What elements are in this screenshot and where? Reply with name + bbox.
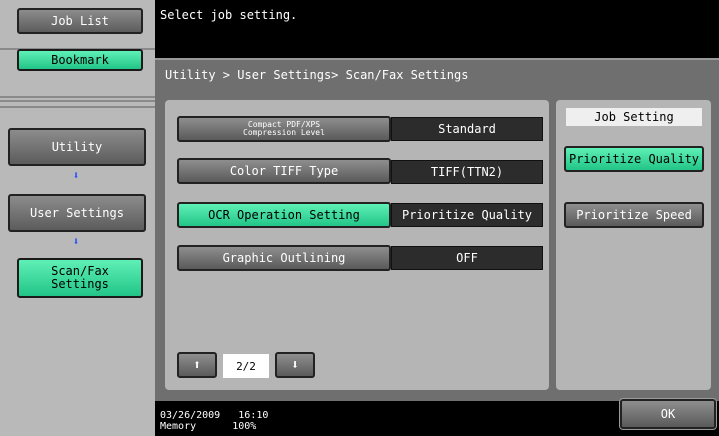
page-indicator: 2/2 xyxy=(223,354,269,378)
page-down-button[interactable]: ⬇ xyxy=(275,352,315,378)
status-footer: 03/26/2009 16:10 Memory 100% xyxy=(160,410,268,432)
color-tiff-type-value: TIFF(TTN2) xyxy=(391,160,543,184)
settings-list: Compact PDF/XPS Compression Level Standa… xyxy=(165,100,549,390)
sidebar-item-utility[interactable]: Utility xyxy=(8,128,146,166)
sidebar: Job List Bookmark Utility ⬇ User Setting… xyxy=(0,0,155,436)
memory-line: Memory 100% xyxy=(160,421,268,432)
breadcrumb: Utility > User Settings> Scan/Fax Settin… xyxy=(165,68,469,82)
graphic-outlining-value: OFF xyxy=(391,246,543,270)
arrow-down-icon: ⬇ xyxy=(72,235,80,248)
time-text: 16:10 xyxy=(238,410,269,421)
date-text: 03/26/2009 xyxy=(160,410,221,421)
color-tiff-type-button[interactable]: Color TIFF Type xyxy=(177,158,391,184)
arrow-down-icon: ⬇ xyxy=(72,169,80,182)
ocr-operation-setting-value: Prioritize Quality xyxy=(391,203,543,227)
bookmark-button[interactable]: Bookmark xyxy=(17,49,143,71)
sidebar-item-scan-fax-settings[interactable]: Scan/Fax Settings xyxy=(17,258,143,298)
compact-pdf-compression-button[interactable]: Compact PDF/XPS Compression Level xyxy=(177,116,391,142)
sidebar-divider xyxy=(0,100,155,102)
sidebar-divider xyxy=(0,96,155,98)
sidebar-divider xyxy=(0,106,155,108)
instruction-message: Select job setting. xyxy=(160,8,298,22)
job-list-button[interactable]: Job List xyxy=(17,8,143,34)
arrow-down-icon: ⬇ xyxy=(291,357,299,373)
prioritize-speed-button[interactable]: Prioritize Speed xyxy=(564,202,704,228)
page-up-button[interactable]: ⬆ xyxy=(177,352,217,378)
ocr-operation-setting-button[interactable]: OCR Operation Setting xyxy=(177,202,391,228)
graphic-outlining-button[interactable]: Graphic Outlining xyxy=(177,245,391,271)
memory-value: 100% xyxy=(232,421,257,432)
datetime-line: 03/26/2009 16:10 xyxy=(160,410,268,421)
sidebar-item-label: Settings xyxy=(51,277,109,291)
settings-panel: Utility > User Settings> Scan/Fax Settin… xyxy=(155,58,719,401)
prioritize-quality-button[interactable]: Prioritize Quality xyxy=(564,146,704,172)
job-setting-header: Job Setting xyxy=(566,108,702,126)
memory-label: Memory xyxy=(160,421,197,432)
sidebar-item-user-settings[interactable]: User Settings xyxy=(8,194,146,232)
job-setting-panel: Job Setting Prioritize Quality Prioritiz… xyxy=(556,100,711,390)
ok-button[interactable]: OK xyxy=(619,398,717,430)
arrow-up-icon: ⬆ xyxy=(193,357,201,373)
setting-label: Compression Level xyxy=(243,128,325,137)
compact-pdf-compression-value: Standard xyxy=(391,117,543,141)
